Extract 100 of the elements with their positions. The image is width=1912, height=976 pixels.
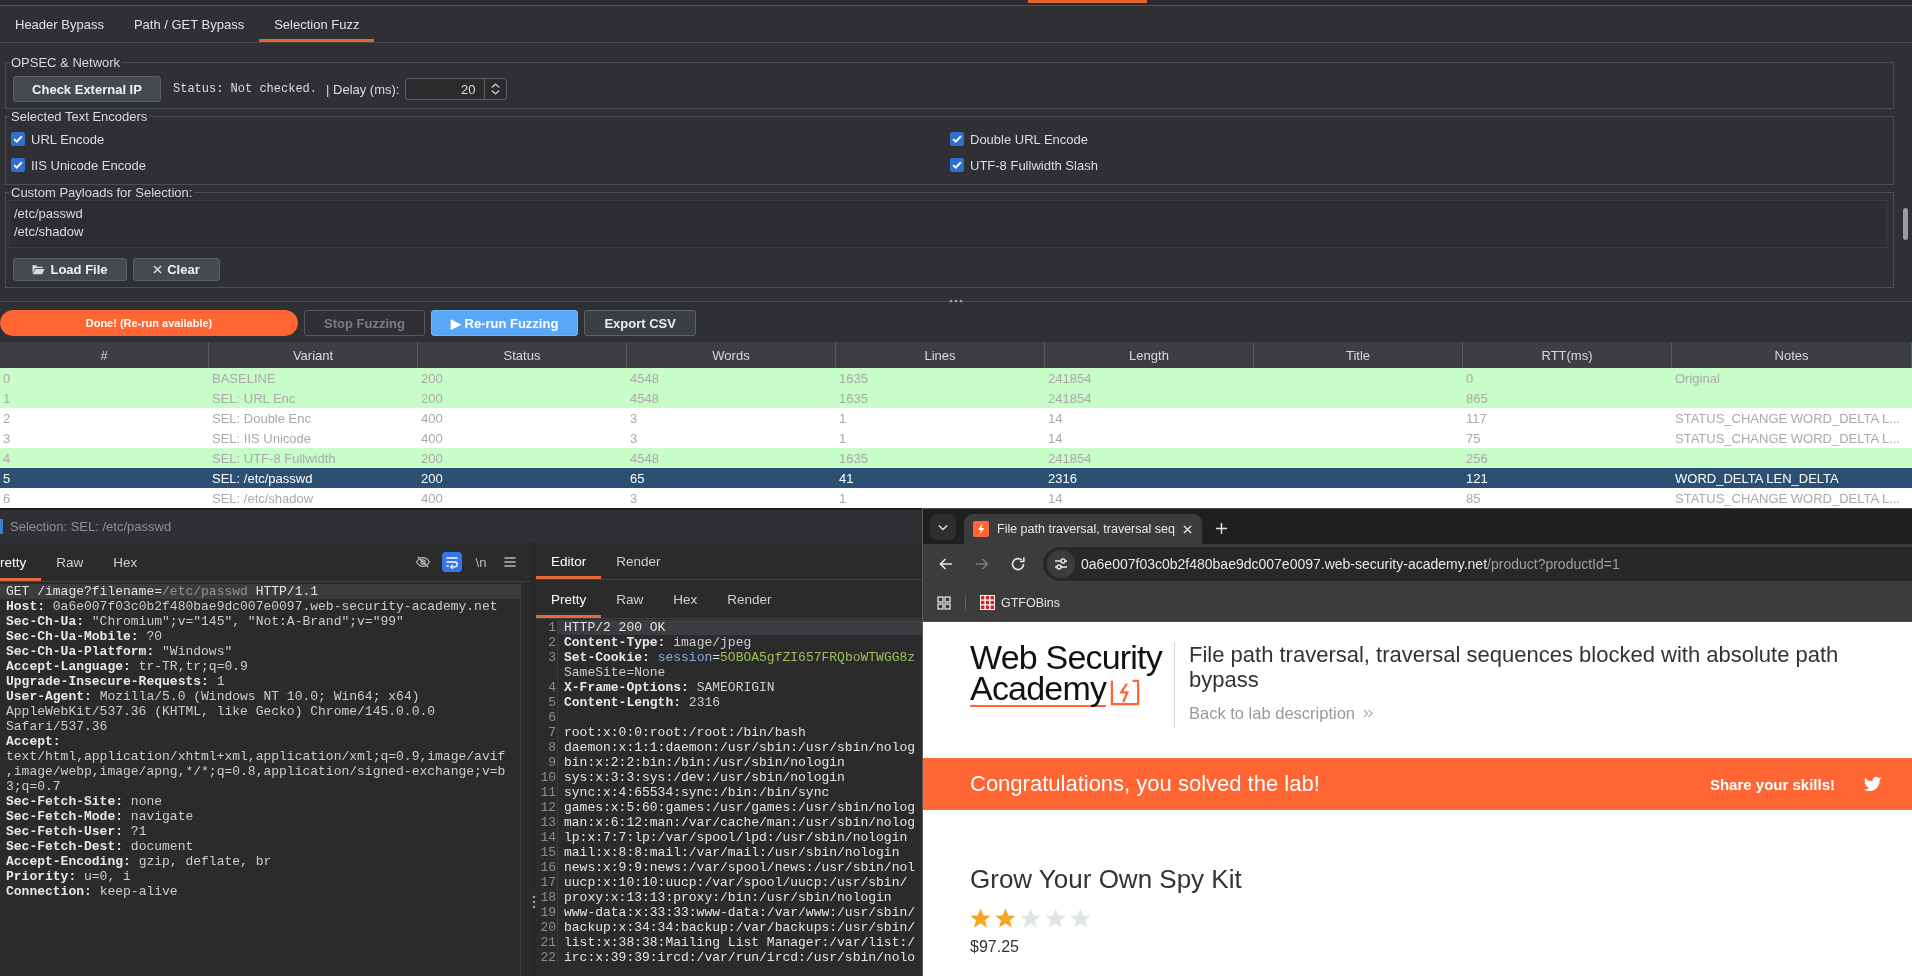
check-ip-button[interactable]: Check External IP (13, 76, 161, 102)
table-cell-text: 256 (1465, 449, 1489, 468)
line-number: 21 (540, 935, 556, 950)
table-cell-text: 400 (420, 489, 444, 508)
line-number: 15 (540, 845, 556, 860)
banner-text: Congratulations, you solved the lab! (970, 771, 1320, 797)
code-line: proxy:x:13:13:proxy:/bin:/usr/sbin/nologin (563, 890, 893, 905)
table-cell-text: SEL: URL Enc (211, 389, 297, 408)
checkbox[interactable] (11, 158, 25, 172)
address-bar[interactable]: 0a6e007f03c0b2f480bae9dc007e0097.web-security-academy.net/product?productId=1 (1043, 547, 1912, 581)
splitter-handle[interactable] (949, 299, 963, 303)
wrap-icon (444, 554, 460, 570)
table-cell-text: 2316 (1047, 469, 1078, 488)
table-cell-text: 3 (2, 429, 12, 448)
splitter-handle[interactable] (531, 895, 536, 909)
plus-icon[interactable] (1214, 522, 1228, 535)
checkbox[interactable] (950, 158, 964, 172)
line-number: 4 (548, 680, 556, 695)
checkbox-label[interactable]: IIS Unicode Encode (31, 157, 146, 173)
table-cell-text: STATUS_CHANGE WORD_DELTA L... (1674, 409, 1902, 428)
logo-text: Academy (970, 673, 1107, 707)
table-cell-text: 200 (420, 469, 444, 488)
line-number: 22 (540, 950, 556, 965)
table-cell-text: 41 (838, 469, 855, 488)
selection-label: Selection: SEL: /etc/passwd (10, 519, 172, 534)
scrollbar-thumb[interactable] (1902, 208, 1908, 240)
code-line: news:x:9:9:news:/var/spool/news:/usr/sbin/nol (563, 860, 917, 875)
code-line: Priority: u=0, i (5, 869, 132, 884)
cross-icon (153, 265, 163, 274)
close-icon[interactable] (1182, 524, 1192, 534)
tab[interactable]: Selection Fuzz (259, 6, 375, 42)
progress-label: Done! (Re-run available) (85, 317, 213, 329)
lightning-favicon-icon (973, 521, 989, 537)
format-tab[interactable]: Hex (98, 543, 153, 581)
payload-textarea[interactable]: /etc/passwd /etc/shadow (9, 200, 1887, 248)
double-chevron-icon (1362, 708, 1373, 719)
code-line: root:x:0:0:root:/root:/bin/bash (563, 725, 807, 740)
table-cell-text: STATUS_CHANGE WORD_DELTA L... (1674, 489, 1902, 508)
code-line: Accept-Encoding: gzip, deflate, br (5, 854, 273, 869)
line-number: 11 (540, 785, 556, 800)
bookmark-link[interactable]: GTFOBins (980, 595, 1061, 610)
format-tab[interactable]: Raw (601, 580, 659, 618)
table-cell-text: 3 (629, 429, 639, 448)
tab-search-button[interactable] (930, 514, 956, 540)
table-cell-text: 4548 (629, 449, 660, 468)
view-tab[interactable]: Render (601, 543, 676, 579)
clear-button[interactable]: Clear (133, 258, 220, 281)
code-line: Sec-Fetch-Site: none (5, 794, 164, 809)
line-number: 14 (540, 830, 556, 845)
table-cell-text: 14 (1047, 429, 1064, 448)
newline-toggle-button[interactable]: \n (471, 552, 491, 572)
table-cell-text: SEL: /etc/passwd (211, 469, 314, 488)
format-tab[interactable]: retty (0, 543, 42, 581)
code-line: mail:x:8:8:mail:/var/mail:/usr/sbin/nologin (563, 845, 901, 860)
menu-icon (502, 554, 518, 570)
table-cell-text: 241854 (1047, 449, 1093, 468)
reload-icon[interactable] (1010, 556, 1026, 572)
table-cell-text: 6 (2, 489, 12, 508)
tab[interactable]: Header Bypass (0, 6, 119, 42)
table-cell-text: WORD_DELTA LEN_DELTA (1674, 469, 1840, 488)
code-line: X-Frame-Options: SAMEORIGIN (563, 680, 776, 695)
wrap-toggle-button[interactable] (442, 552, 462, 572)
code-line: Sec-Fetch-Mode: navigate (5, 809, 195, 824)
line-number: 19 (540, 905, 556, 920)
folder-icon (32, 264, 46, 275)
load-file-button[interactable]: Load File (13, 258, 127, 281)
code-line: Sec-Ch-Ua-Mobile: ?0 (5, 629, 164, 644)
code-line: Upgrade-Insecure-Requests: 1 (5, 674, 226, 689)
table-cell-text: 3 (629, 489, 639, 508)
star-icon (970, 908, 991, 928)
price-text: $97.25 (970, 938, 1019, 956)
checkbox[interactable] (950, 132, 964, 146)
checkbox-label[interactable]: UTF-8 Fullwidth Slash (970, 157, 1098, 173)
bird-icon (1863, 776, 1882, 792)
checkbox-label[interactable]: URL Encode (31, 131, 105, 147)
format-tab[interactable]: Render (712, 580, 787, 618)
code-line: SameSite=None (563, 665, 667, 680)
line-number: 13 (540, 815, 556, 830)
action-button[interactable]: Export CSV (584, 310, 696, 336)
apps-grid-icon[interactable] (937, 595, 951, 610)
table-cell-text: 0 (2, 369, 12, 388)
browser-tab[interactable]: File path traversal, traversal seq (964, 514, 1202, 544)
delay-field[interactable]: 20 (405, 78, 508, 100)
checkbox[interactable] (11, 132, 25, 146)
table-cell-text: 1 (838, 489, 848, 508)
tab[interactable]: Path / GET Bypass (118, 6, 260, 42)
back-arrow-icon[interactable] (938, 556, 954, 572)
checkbox-label[interactable]: Double URL Encode (970, 131, 1089, 147)
format-tab[interactable]: Hex (658, 580, 713, 618)
table-cell-text: 1 (2, 389, 12, 408)
tune-icon[interactable] (1047, 550, 1075, 578)
table-cell-text: SEL: /etc/shadow (211, 489, 315, 508)
table-cell-text: Original (1674, 369, 1721, 388)
table-row[interactable]: 5 SEL: /etc/passwd 200 65 41 2316 121 WORD_DELTA LEN_DELTA (0, 468, 1912, 488)
line-number: 2 (548, 635, 556, 650)
code-line: daemon:x:1:1:daemon:/usr/sbin:/usr/sbin/nolog (563, 740, 917, 755)
code-line: games:x:5:60:games:/usr/games:/usr/sbin/nolog (563, 800, 917, 815)
view-tab[interactable]: Editor (536, 543, 602, 579)
code-line: AppleWebKit/537.36 (KHTML, like Gecko) Chrome/145.0.0.0 (5, 704, 437, 719)
format-tab[interactable]: Raw (41, 543, 99, 581)
